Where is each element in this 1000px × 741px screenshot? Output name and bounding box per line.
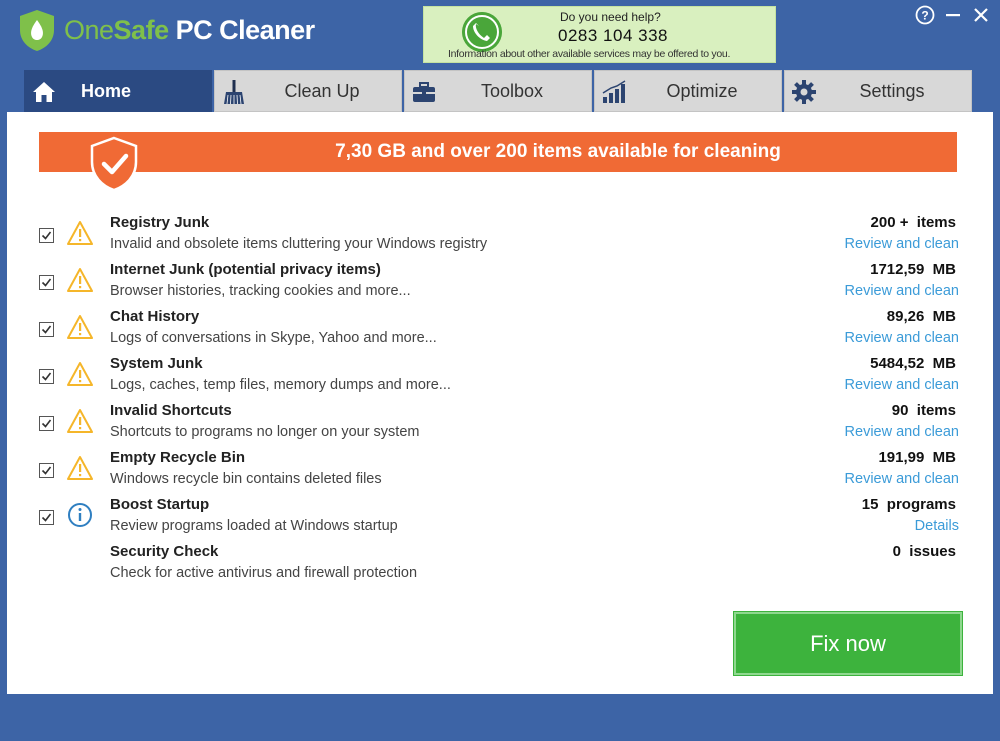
result-item-invalid-shortcuts: Invalid Shortcuts Shortcuts to programs …	[7, 400, 993, 447]
home-panel: 7,30 GB and over 200 items available for…	[7, 112, 993, 694]
item-title: Invalid Shortcuts	[110, 402, 232, 419]
review-and-clean-link[interactable]: Review and clean	[845, 471, 959, 487]
svg-text:?: ?	[921, 9, 928, 23]
help-circle-icon: ?	[915, 5, 935, 25]
checkmark-icon	[41, 466, 52, 475]
item-title: Boost Startup	[110, 496, 210, 513]
item-value: 90 items	[891, 402, 956, 419]
item-value: 5484,52 MB	[870, 355, 956, 372]
item-checkbox[interactable]	[39, 228, 54, 243]
item-title: Security Check	[110, 543, 219, 560]
item-title: Registry Junk	[110, 214, 210, 231]
shield-check-icon	[90, 136, 138, 192]
item-description: Review programs loaded at Windows startu…	[110, 518, 398, 534]
window-controls: ?	[914, 4, 992, 26]
warning-icon	[67, 221, 93, 245]
broom-icon	[224, 80, 244, 105]
item-title: Chat History	[110, 308, 200, 325]
item-checkbox[interactable]	[39, 463, 54, 478]
item-description: Logs of conversations in Skype, Yahoo an…	[110, 330, 437, 346]
warning-icon	[67, 268, 93, 292]
item-description: Check for active antivirus and firewall …	[110, 565, 418, 581]
details-link[interactable]: Details	[915, 518, 959, 534]
tab-settings[interactable]: Settings	[784, 70, 972, 112]
tab-home[interactable]: Home	[24, 70, 212, 112]
review-and-clean-link[interactable]: Review and clean	[845, 236, 959, 252]
result-item-security-check: Security Check Check for active antiviru…	[7, 541, 993, 588]
help-phone-number: 0283 104 338	[558, 26, 668, 45]
item-value: 89,26 MB	[886, 308, 956, 325]
item-description: Logs, caches, temp files, memory dumps a…	[110, 377, 451, 393]
tab-toolbox[interactable]: Toolbox	[404, 70, 592, 112]
fix-now-button[interactable]: Fix now	[733, 611, 963, 676]
warning-icon	[67, 456, 93, 480]
help-note: Information about other available servic…	[448, 48, 731, 60]
checkmark-icon	[41, 278, 52, 287]
checkmark-icon	[41, 513, 52, 522]
item-value: 1712,59 MB	[870, 261, 956, 278]
item-description: Browser histories, tracking cookies and …	[110, 283, 411, 299]
help-title: Do you need help?	[560, 10, 661, 24]
item-checkbox[interactable]	[39, 369, 54, 384]
item-value: 191,99 MB	[878, 449, 956, 466]
info-icon	[68, 503, 92, 527]
result-item-internet-junk: Internet Junk (potential privacy items) …	[7, 259, 993, 306]
checkmark-icon	[41, 419, 52, 428]
warning-icon	[67, 315, 93, 339]
close-button[interactable]	[970, 4, 992, 26]
checkmark-icon	[41, 231, 52, 240]
checkmark-icon	[41, 372, 52, 381]
home-icon	[33, 82, 55, 102]
close-icon	[974, 8, 988, 22]
shield-leaf-icon	[20, 10, 54, 51]
item-title: Internet Junk (potential privacy items)	[110, 261, 381, 278]
tab-optimize[interactable]: Optimize	[594, 70, 782, 112]
item-title: System Junk	[110, 355, 203, 372]
help-button[interactable]: ?	[914, 4, 936, 26]
minimize-button[interactable]	[942, 4, 964, 26]
summary-text: 7,30 GB and over 200 items available for…	[335, 141, 781, 162]
item-value: 200 + items	[870, 214, 956, 231]
scan-results-list: Registry Junk Invalid and obsolete items…	[7, 212, 993, 588]
result-item-system-junk: System Junk Logs, caches, temp files, me…	[7, 353, 993, 400]
phone-icon	[462, 12, 502, 52]
warning-icon	[67, 362, 93, 386]
minimize-icon	[946, 14, 960, 17]
main-tabs: Home Clean Up Toolbox Optimize Settings	[24, 70, 974, 112]
result-item-boost-startup: Boost Startup Review programs loaded at …	[7, 494, 993, 541]
result-item-chat-history: Chat History Logs of conversations in Sk…	[7, 306, 993, 353]
item-description: Windows recycle bin contains deleted fil…	[110, 471, 382, 487]
app-logo: OneSafe PC Cleaner	[16, 8, 315, 52]
item-description: Shortcuts to programs no longer on your …	[110, 424, 420, 440]
review-and-clean-link[interactable]: Review and clean	[845, 283, 959, 299]
result-item-registry-junk: Registry Junk Invalid and obsolete items…	[7, 212, 993, 259]
item-title: Empty Recycle Bin	[110, 449, 246, 466]
item-checkbox[interactable]	[39, 275, 54, 290]
gear-icon	[792, 80, 816, 104]
checkmark-icon	[41, 325, 52, 334]
toolbox-icon	[413, 82, 435, 102]
item-checkbox[interactable]	[39, 510, 54, 525]
tab-clean-up[interactable]: Clean Up	[214, 70, 402, 112]
help-contact-box: Do you need help? 0283 104 338 Informati…	[423, 6, 776, 63]
bar-chart-icon	[602, 80, 626, 103]
item-description: Invalid and obsolete items cluttering yo…	[110, 236, 488, 252]
review-and-clean-link[interactable]: Review and clean	[845, 424, 959, 440]
item-value: 0 issues	[892, 543, 956, 560]
item-value: 15 programs	[861, 496, 956, 513]
app-title: OneSafe PC Cleaner	[64, 14, 315, 45]
result-item-empty-recycle-bin: Empty Recycle Bin Windows recycle bin co…	[7, 447, 993, 494]
summary-banner: 7,30 GB and over 200 items available for…	[39, 132, 957, 172]
review-and-clean-link[interactable]: Review and clean	[845, 330, 959, 346]
review-and-clean-link[interactable]: Review and clean	[845, 377, 959, 393]
warning-icon	[67, 409, 93, 433]
item-checkbox[interactable]	[39, 416, 54, 431]
item-checkbox[interactable]	[39, 322, 54, 337]
